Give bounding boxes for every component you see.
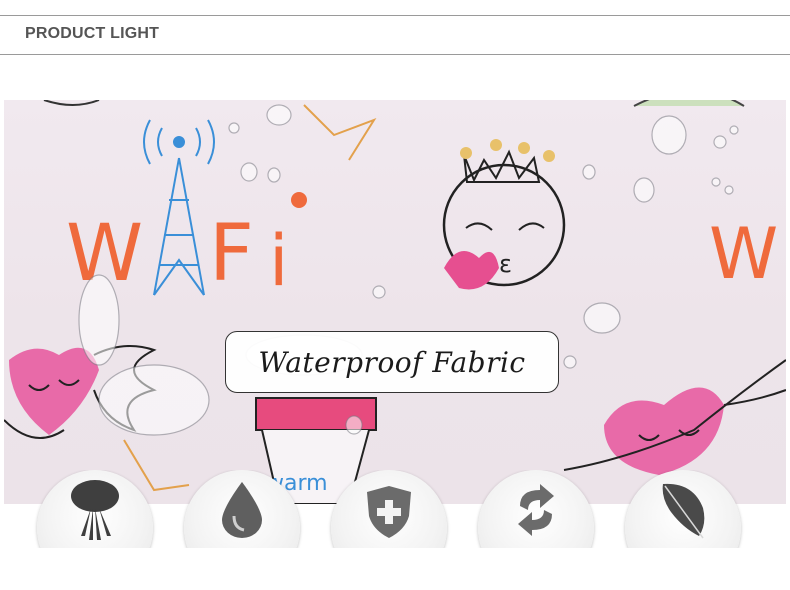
wifi-print-text-right: W <box>709 213 778 295</box>
feature-icon-row <box>0 470 790 548</box>
feature-circle-shield <box>331 470 447 548</box>
top-rule <box>0 15 790 16</box>
wifi-tower-icon <box>143 119 215 296</box>
fabric-print-illustration: W F i W ε warm <box>4 100 786 504</box>
winged-heart-right <box>563 359 786 475</box>
svg-text:ε: ε <box>499 250 512 278</box>
feature-circle-drop <box>184 470 300 548</box>
shield-plus-icon <box>367 486 411 538</box>
feather-duster-icon <box>71 480 119 540</box>
svg-text:F: F <box>209 209 254 299</box>
product-fabric-image: W F i W ε warm <box>4 100 786 504</box>
water-drop-icon <box>222 482 262 538</box>
caption-text: Waterproof Fabric <box>258 345 526 379</box>
feather-icon <box>662 483 705 539</box>
feature-circle-recycle <box>478 470 594 548</box>
recycle-arrows-icon <box>518 484 554 536</box>
caption-box: Waterproof Fabric <box>225 331 559 393</box>
bottom-rule <box>0 54 790 55</box>
kiss-face-illustration: ε <box>442 139 566 290</box>
section-title: PRODUCT LIGHT <box>25 25 160 42</box>
feature-circle-duster <box>37 470 153 548</box>
svg-text:i: i <box>269 220 288 302</box>
feature-circle-feather <box>625 470 741 548</box>
